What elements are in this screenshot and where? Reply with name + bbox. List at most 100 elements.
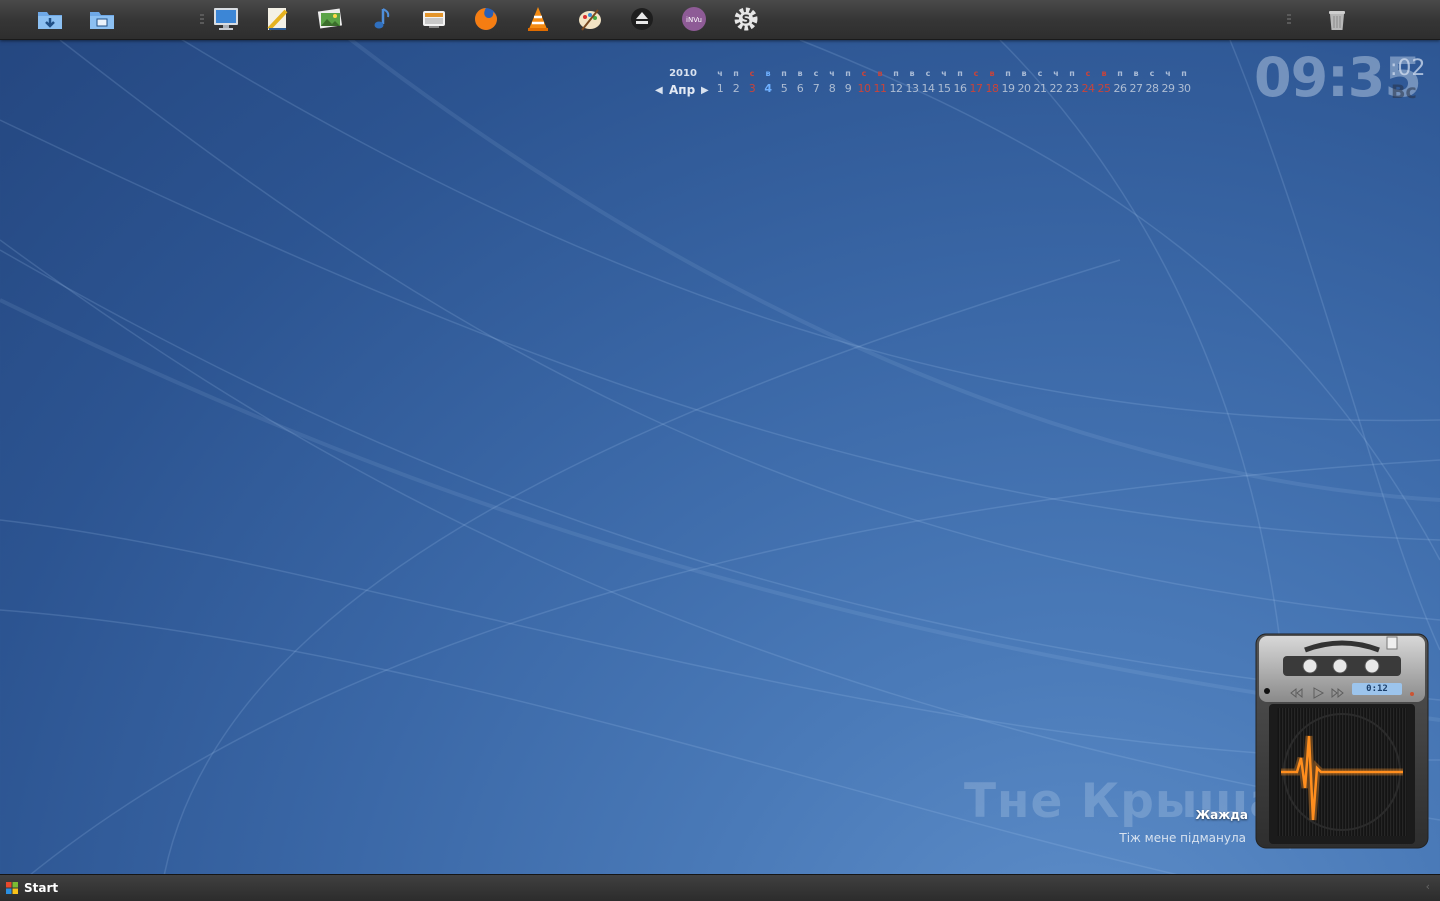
eject-icon[interactable]	[628, 5, 656, 33]
calendar-day-number: 5	[780, 82, 788, 95]
calendar-day-of-week: п	[1181, 69, 1187, 78]
calendar-day[interactable]: ч 22	[1048, 66, 1064, 98]
clock-weekday: Вс	[1391, 81, 1417, 103]
calendar-day-of-week: в	[765, 69, 771, 78]
fast-forward-icon[interactable]	[1331, 684, 1345, 699]
calendar-day[interactable]: ч 29	[1160, 66, 1176, 98]
calendar-day-of-week: с	[973, 69, 979, 78]
calendar-day[interactable]: в 27	[1128, 66, 1144, 98]
calendar-prev-month-button[interactable]: ◀	[655, 85, 663, 96]
calendar-day[interactable]: п 23	[1064, 66, 1080, 98]
calendar-day-of-week: п	[1069, 69, 1075, 78]
calendar-day[interactable]: п 26	[1112, 66, 1128, 98]
start-button[interactable]: Start	[5, 878, 58, 898]
calendar-day[interactable]: в4	[760, 66, 776, 98]
calendar-day[interactable]: в 18	[984, 66, 1000, 98]
office-ruler-icon[interactable]	[264, 5, 292, 33]
calendar-day-of-week: в	[797, 69, 803, 78]
calendar-day[interactable]: с 24	[1080, 66, 1096, 98]
calendar-day-number: 1	[716, 82, 724, 95]
calendar-day-of-week: с	[861, 69, 867, 78]
dock-separator	[1287, 14, 1291, 26]
calendar-day-of-week: в	[1133, 69, 1139, 78]
calendar-day[interactable]: с3	[744, 66, 760, 98]
calendar-day[interactable]: п 16	[952, 66, 968, 98]
calendar-day[interactable]: с7	[808, 66, 824, 98]
calendar-day[interactable]: в 25	[1096, 66, 1112, 98]
calendar-day-number: 24	[1081, 82, 1096, 95]
dock-separator	[200, 14, 204, 26]
calendar-day-number: 10	[857, 82, 872, 95]
calendar-day-number: 16	[953, 82, 968, 95]
calendar-day-of-week: с	[1149, 69, 1155, 78]
rewind-icon[interactable]	[1289, 684, 1303, 699]
calendar-day[interactable]: ч1	[712, 66, 728, 98]
calendar-day-number: 15	[937, 82, 952, 95]
nvu-icon[interactable]: iNVu	[680, 5, 708, 33]
calendar-day-of-week: в	[877, 69, 883, 78]
calendar-day[interactable]: в 13	[904, 66, 920, 98]
calendar-day-of-week: ч	[941, 69, 947, 78]
player-time-display: 0:12	[1366, 684, 1388, 694]
screenshot-icon[interactable]	[420, 5, 448, 33]
calendar-day[interactable]: с 21	[1032, 66, 1048, 98]
calendar-day-of-week: п	[957, 69, 963, 78]
calendar-day-number: 21	[1033, 82, 1048, 95]
calendar-day[interactable]: п 30	[1176, 66, 1192, 98]
calendar-day[interactable]: п9	[840, 66, 856, 98]
vlc-icon[interactable]	[524, 5, 552, 33]
calendar-day-number: 8	[828, 82, 836, 95]
calendar-day-of-week: с	[1085, 69, 1091, 78]
top-dock: iNVu S	[0, 0, 1440, 40]
image-viewer-icon[interactable]	[316, 5, 344, 33]
calendar-day-of-week: п	[781, 69, 787, 78]
calendar-day-of-week: в	[1021, 69, 1027, 78]
calendar-day-of-week: в	[1101, 69, 1107, 78]
calendar-day-of-week: с	[749, 69, 755, 78]
paint-icon[interactable]	[576, 5, 604, 33]
play-icon[interactable]	[1311, 684, 1325, 699]
calendar-day[interactable]: с 10	[856, 66, 872, 98]
calendar-widget: 2010 ◀ Апр ▶ ч 1 п 2 с 3 в 4 п 5 в 6 с 7 ч 8 п 9 с 10 в 11 п 12…	[650, 66, 1192, 106]
calendar-day[interactable]: п 12	[888, 66, 904, 98]
calendar-day-of-week: п	[1005, 69, 1011, 78]
calendar-day[interactable]: в 20	[1016, 66, 1032, 98]
calendar-day[interactable]: с 28	[1144, 66, 1160, 98]
calendar-day-number: 27	[1129, 82, 1144, 95]
calendar-day[interactable]: п 19	[1000, 66, 1016, 98]
calendar-day[interactable]: с 17	[968, 66, 984, 98]
calendar-day[interactable]: ч 15	[936, 66, 952, 98]
calendar-day-number: 4	[764, 82, 772, 95]
calendar-day-of-week: п	[1117, 69, 1123, 78]
trash-icon[interactable]	[1323, 5, 1351, 33]
settings-gear-icon[interactable]: S	[732, 5, 760, 33]
music-note-icon[interactable]	[368, 5, 396, 33]
calendar-day-number: 25	[1097, 82, 1112, 95]
calendar-day[interactable]: ч8	[824, 66, 840, 98]
calendar-day[interactable]: с 14	[920, 66, 936, 98]
documents-folder-icon[interactable]	[88, 5, 116, 33]
calendar-day-number: 26	[1113, 82, 1128, 95]
calendar-day-of-week: п	[733, 69, 739, 78]
computer-icon[interactable]	[212, 5, 240, 33]
calendar-day-of-week: ч	[1165, 69, 1171, 78]
calendar-day-number: 6	[796, 82, 804, 95]
calendar-day-number: 13	[905, 82, 920, 95]
calendar-day[interactable]: в6	[792, 66, 808, 98]
calendar-day-number: 29	[1161, 82, 1176, 95]
calendar-day[interactable]: п5	[776, 66, 792, 98]
calendar-day-number: 11	[873, 82, 888, 95]
calendar-day-number: 12	[889, 82, 904, 95]
windows-logo-icon	[6, 882, 18, 894]
wallpaper-swooshes	[0, 0, 1440, 900]
downloads-folder-icon[interactable]	[36, 5, 64, 33]
calendar-next-month-button[interactable]: ▶	[701, 85, 709, 96]
calendar-day[interactable]: в 11	[872, 66, 888, 98]
calendar-day-number: 17	[969, 82, 984, 95]
firefox-icon[interactable]	[472, 5, 500, 33]
calendar-day-number: 30	[1177, 82, 1192, 95]
tray-expand-arrow-icon[interactable]: ‹	[1426, 880, 1430, 893]
calendar-day-number: 7	[812, 82, 820, 95]
calendar-day-of-week: с	[925, 69, 931, 78]
calendar-day[interactable]: п2	[728, 66, 744, 98]
